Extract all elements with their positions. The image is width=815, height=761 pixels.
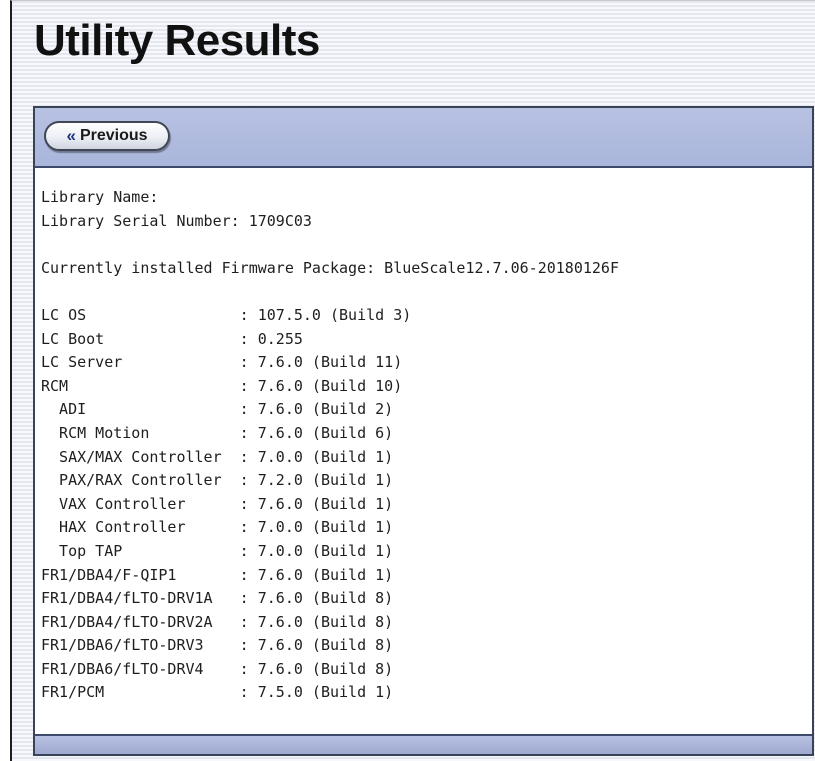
page-title: Utility Results xyxy=(34,16,320,65)
panel-toolbar: « Previous xyxy=(35,108,812,168)
results-panel: « Previous Library Name: Library Serial … xyxy=(33,106,814,756)
double-chevron-left-icon: « xyxy=(66,126,76,145)
page-container: Utility Results « Previous Library Name:… xyxy=(10,0,815,761)
panel-footer xyxy=(35,734,812,754)
previous-button-label: Previous xyxy=(79,127,148,144)
previous-button[interactable]: « Previous xyxy=(44,121,170,151)
utility-results-text: Library Name: Library Serial Number: 170… xyxy=(41,188,619,702)
